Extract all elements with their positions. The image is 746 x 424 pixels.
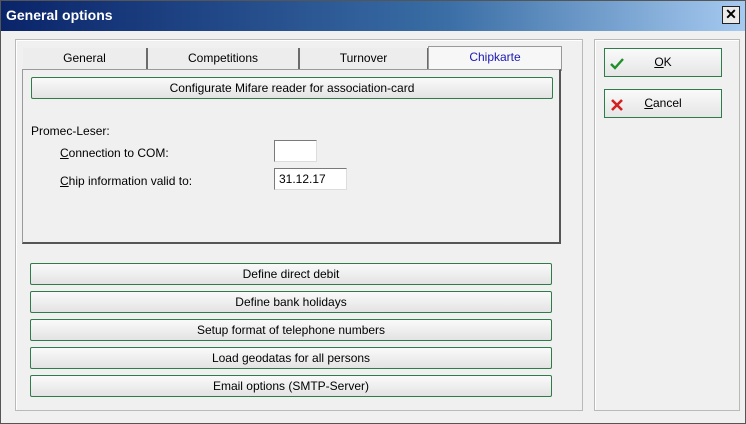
close-button[interactable]: ✕: [722, 6, 740, 24]
ok-rest: K: [663, 55, 672, 69]
cancel-rest: ancel: [652, 96, 682, 110]
load-geodata-button[interactable]: Load geodatas for all persons: [30, 347, 552, 369]
ok-button[interactable]: OK: [604, 48, 722, 77]
chip-label-accel: C: [60, 174, 69, 188]
cancel-accel: C: [644, 96, 653, 110]
cancel-label: Cancel: [605, 96, 721, 110]
chip-label-text: hip information valid to:: [68, 174, 193, 188]
define-bank-holidays-button[interactable]: Define bank holidays: [30, 291, 552, 313]
com-label: Connection to COM:: [60, 146, 169, 160]
ok-accel: O: [654, 55, 664, 69]
configure-mifare-button[interactable]: Configurate Mifare reader for associatio…: [31, 77, 553, 99]
setup-phone-format-button[interactable]: Setup format of telephone numbers: [30, 319, 552, 341]
tab-general[interactable]: General: [23, 48, 148, 69]
ok-label: OK: [605, 55, 721, 69]
define-direct-debit-button[interactable]: Define direct debit: [30, 263, 552, 285]
email-options-button[interactable]: Email options (SMTP-Server): [30, 375, 552, 397]
tab-competitions[interactable]: Competitions: [148, 48, 300, 69]
com-port-field[interactable]: [274, 140, 317, 162]
cancel-button[interactable]: Cancel: [604, 89, 722, 118]
tab-chipkarte[interactable]: Chipkarte: [428, 46, 562, 71]
chipkarte-tab-page: Configurate Mifare reader for associatio…: [22, 69, 561, 244]
general-options-window: General options ✕ General Competitions T…: [0, 0, 746, 424]
chip-valid-label: Chip information valid to:: [60, 174, 192, 188]
tab-strip: General Competitions Turnover Chipkarte: [23, 46, 562, 71]
com-label-accel: C: [60, 146, 69, 160]
promec-group-label: Promec-Leser:: [31, 124, 110, 138]
com-label-text: onnection to COM:: [68, 146, 169, 160]
title-bar[interactable]: General options ✕: [1, 1, 745, 31]
window-title: General options: [6, 7, 113, 23]
chip-valid-to-field[interactable]: [274, 168, 347, 190]
tab-turnover[interactable]: Turnover: [300, 48, 429, 69]
